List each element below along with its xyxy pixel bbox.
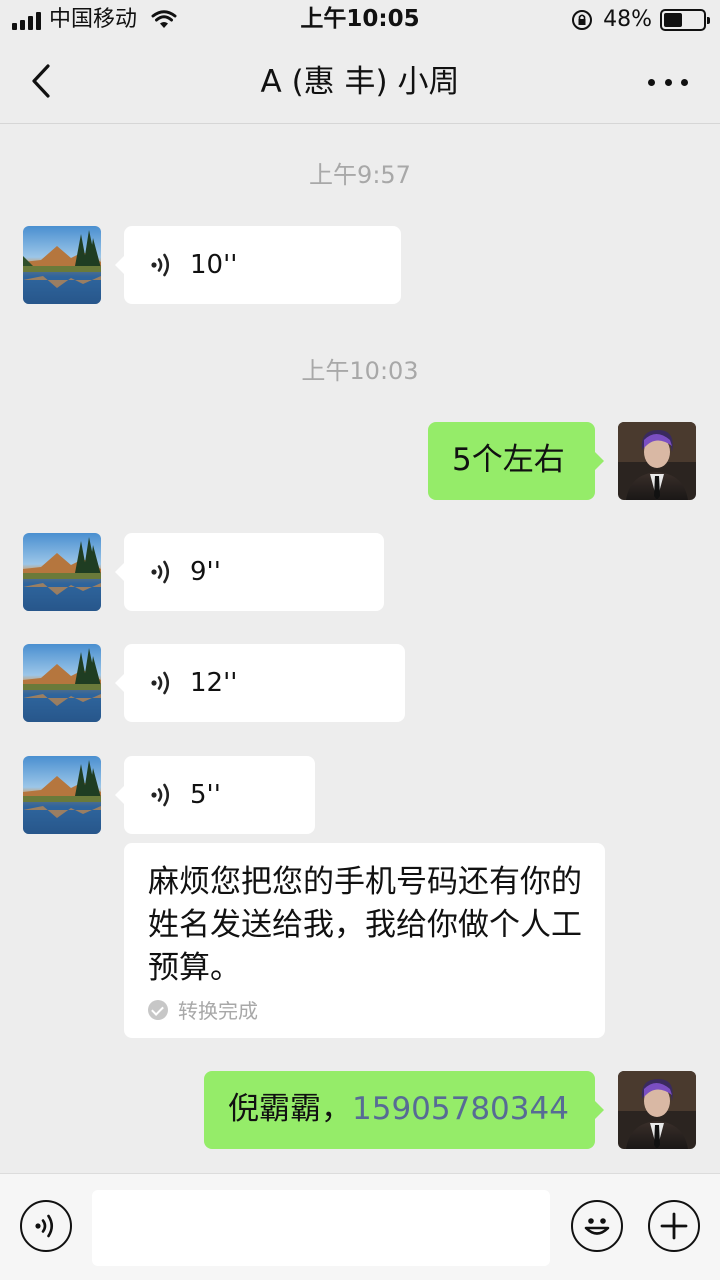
more-dot-icon <box>681 78 688 86</box>
contact-avatar[interactable] <box>23 533 101 611</box>
more-dot-icon <box>648 78 655 86</box>
transcript-status: 转换完成 <box>148 995 258 1024</box>
voice-wave-icon <box>151 671 170 695</box>
status-bar: 中国移动 上午10:05 48% <box>0 0 720 40</box>
landscape-avatar-icon <box>23 533 101 611</box>
contact-avatar[interactable] <box>23 756 101 834</box>
more-actions-button[interactable] <box>648 1200 700 1252</box>
my-avatar[interactable] <box>618 1071 696 1149</box>
voice-content: 12'' <box>150 644 237 722</box>
rotation-lock-icon <box>572 10 593 30</box>
profile-avatar-icon <box>618 1071 696 1149</box>
voice-content: 10'' <box>150 226 237 304</box>
check-circle-icon <box>148 999 168 1020</box>
landscape-avatar-icon <box>23 644 101 722</box>
voice-transcript[interactable]: 麻烦您把您的手机号码还有你的姓名发送给我，我给你做个人工预算。 转换完成 <box>124 843 605 1038</box>
sender-name-text: 倪霸霸， <box>228 1091 352 1127</box>
smiley-icon <box>584 1218 610 1235</box>
voice-message[interactable]: 10'' <box>115 226 401 304</box>
contact-avatar[interactable] <box>23 226 101 304</box>
landscape-avatar-icon <box>23 226 101 304</box>
message-text: 5个左右 <box>452 442 565 478</box>
emoji-button[interactable] <box>571 1200 623 1252</box>
voice-wave-icon <box>151 783 170 807</box>
transcript-status-label: 转换完成 <box>178 999 258 1023</box>
message-input[interactable] <box>92 1190 550 1266</box>
battery-icon <box>660 9 710 31</box>
phone-number-link[interactable]: 15905780344 <box>352 1091 569 1127</box>
voice-content: 5'' <box>150 756 221 834</box>
timestamp: 上午10:03 <box>301 357 419 385</box>
voice-duration: 12'' <box>190 668 238 698</box>
timestamp: 上午9:57 <box>309 161 411 189</box>
chat-title: A (惠 丰) 小周 <box>260 64 460 100</box>
voice-wave-icon <box>151 253 170 277</box>
voice-input-button[interactable] <box>20 1200 72 1252</box>
sent-message[interactable]: 倪霸霸，15905780344 <box>204 1071 604 1149</box>
message-text: 倪霸霸，15905780344 <box>204 1071 595 1147</box>
my-avatar[interactable] <box>618 422 696 500</box>
voice-wave-icon <box>151 560 170 584</box>
status-right: 48% <box>571 6 710 34</box>
sent-message[interactable]: 5个左右 <box>428 422 604 500</box>
landscape-avatar-icon <box>23 756 101 834</box>
voice-message[interactable]: 12'' <box>115 644 405 722</box>
transcript-text: 麻烦您把您的手机号码还有你的姓名发送给我，我给你做个人工预算。 <box>148 864 582 986</box>
voice-message[interactable]: 5'' <box>115 756 315 834</box>
nav-bar: A (惠 丰) 小周 <box>0 40 720 124</box>
battery-level <box>664 13 683 27</box>
voice-duration: 9'' <box>190 557 221 587</box>
input-bar <box>0 1173 720 1280</box>
plus-icon <box>660 1212 688 1240</box>
chevron-left-icon <box>32 64 50 98</box>
profile-avatar-icon <box>618 422 696 500</box>
more-button[interactable] <box>648 64 688 100</box>
battery-percent: 48% <box>603 7 652 32</box>
voice-message[interactable]: 9'' <box>115 533 384 611</box>
voice-content: 9'' <box>150 533 221 611</box>
back-button[interactable] <box>22 60 62 104</box>
chat-messages[interactable]: 上午9:57 10'' 上午10:03 5个左右 9'' 12'' 5'' 麻烦… <box>0 125 720 1173</box>
voice-duration: 10'' <box>190 250 238 280</box>
more-dot-icon <box>664 78 672 86</box>
voice-duration: 5'' <box>190 780 221 810</box>
contact-avatar[interactable] <box>23 644 101 722</box>
voice-wave-icon <box>35 1214 54 1238</box>
